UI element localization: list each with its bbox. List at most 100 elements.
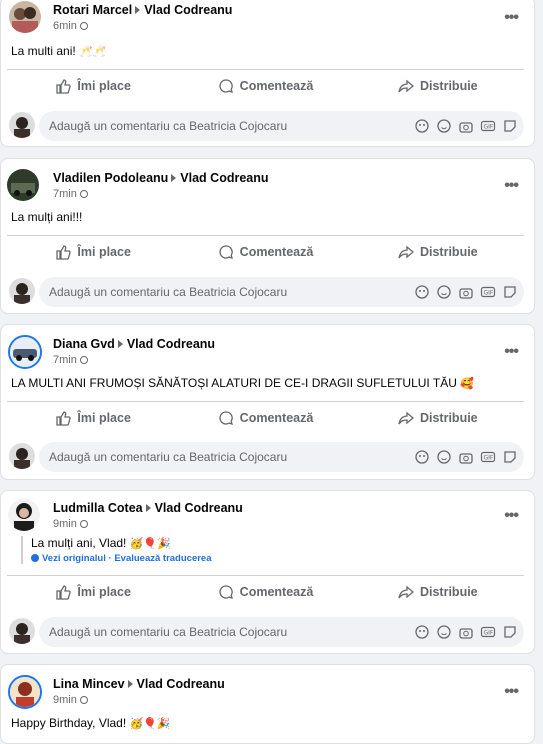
- comment-input[interactable]: Adaugă un comentariu ca Beatricia Cojoca…: [39, 111, 524, 141]
- recipient-name[interactable]: Vlad Codreanu: [155, 501, 243, 515]
- comment-input[interactable]: Adaugă un comentariu ca Beatricia Cojoca…: [39, 442, 524, 472]
- post-actions: Îmi place Comentează Distribuie: [7, 403, 524, 433]
- comment-icon: [219, 585, 233, 599]
- recipient-name[interactable]: Vlad Codreanu: [180, 171, 268, 185]
- comment-input[interactable]: Adaugă un comentariu ca Beatricia Cojoca…: [39, 277, 524, 307]
- avatar-sticker-icon[interactable]: [414, 624, 430, 640]
- svg-text:GIF: GIF: [484, 455, 494, 462]
- recipient-name[interactable]: Vlad Codreanu: [127, 337, 215, 351]
- comment-input[interactable]: Adaugă un comentariu ca Beatricia Cojoca…: [39, 617, 524, 647]
- divider: [7, 235, 524, 236]
- emoji-icon[interactable]: [436, 284, 452, 300]
- comment-button[interactable]: Comentează: [179, 237, 351, 267]
- more-icon[interactable]: •••: [504, 343, 519, 361]
- globe-icon: [79, 356, 88, 364]
- avatar-sticker-icon[interactable]: [414, 449, 430, 465]
- post-text: LA MULTI ANI FRUMOȘI SĂNĂTOȘI ALATURI DE…: [11, 376, 474, 390]
- author-name[interactable]: Lina Mincev: [53, 677, 125, 691]
- post-text: La mulți ani!!!: [11, 210, 83, 224]
- author-name[interactable]: Ludmilla Cotea: [53, 501, 143, 515]
- post-time[interactable]: 7min: [53, 354, 77, 366]
- comment-composer: Adaugă un comentariu ca Beatricia Cojoca…: [7, 617, 524, 647]
- sticker-icon[interactable]: [502, 118, 518, 134]
- camera-icon[interactable]: [458, 118, 474, 134]
- recipient-name[interactable]: Vlad Codreanu: [144, 3, 232, 17]
- emoji-icon[interactable]: [436, 118, 452, 134]
- author-avatar[interactable]: [8, 499, 40, 531]
- post-time[interactable]: 9min: [53, 518, 77, 530]
- emoji-icon[interactable]: [436, 449, 452, 465]
- arrow-right-icon: [117, 340, 123, 348]
- share-button[interactable]: Distribuie: [352, 577, 524, 607]
- globe-icon: [79, 190, 88, 198]
- gif-icon[interactable]: GIF: [480, 449, 496, 465]
- post-card: Ludmilla Cotea Vlad Codreanu 9min ••• La …: [0, 490, 535, 654]
- see-original-link[interactable]: Vezi originalul: [42, 553, 106, 564]
- author-name[interactable]: Rotari Marcel: [53, 3, 132, 17]
- post-text: La mulți ani, Vlad! 🥳🎈🎉: [31, 536, 171, 550]
- share-button[interactable]: Distribuie: [352, 403, 524, 433]
- like-icon: [56, 411, 72, 426]
- author-avatar[interactable]: [9, 1, 41, 33]
- like-icon: [56, 245, 72, 260]
- comment-button[interactable]: Comentează: [179, 577, 351, 607]
- sticker-icon[interactable]: [502, 449, 518, 465]
- camera-icon[interactable]: [458, 449, 474, 465]
- arrow-right-icon: [127, 680, 133, 688]
- post-card: Diana Gvd Vlad Codreanu 7min ••• LA MULTI…: [0, 324, 535, 480]
- gif-icon[interactable]: GIF: [480, 118, 496, 134]
- comment-button[interactable]: Comentează: [179, 71, 351, 101]
- rate-translation-link[interactable]: Evaluează traducerea: [114, 553, 211, 564]
- share-button[interactable]: Distribuie: [352, 71, 524, 101]
- avatar-sticker-icon[interactable]: [414, 118, 430, 134]
- commenter-avatar[interactable]: [9, 618, 35, 644]
- post-card: Rotari Marcel Vlad Codreanu 6min ••• La m…: [0, 0, 535, 147]
- emoji-icon[interactable]: [436, 624, 452, 640]
- author-name[interactable]: Diana Gvd: [53, 337, 115, 351]
- share-button[interactable]: Distribuie: [352, 237, 524, 267]
- svg-text:GIF: GIF: [484, 290, 494, 297]
- more-icon[interactable]: •••: [504, 177, 519, 195]
- post-time[interactable]: 9min: [53, 694, 77, 706]
- sticker-icon[interactable]: [502, 624, 518, 640]
- like-button[interactable]: Îmi place: [7, 237, 179, 267]
- post-time[interactable]: 7min: [53, 188, 77, 200]
- camera-icon[interactable]: [458, 624, 474, 640]
- more-icon[interactable]: •••: [504, 507, 519, 525]
- gif-icon[interactable]: GIF: [480, 284, 496, 300]
- comment-composer: Adaugă un comentariu ca Beatricia Cojoca…: [7, 111, 524, 141]
- author-avatar[interactable]: [8, 675, 42, 709]
- sticker-icon[interactable]: [502, 284, 518, 300]
- commenter-avatar[interactable]: [9, 112, 35, 138]
- comment-icon: [219, 411, 233, 425]
- post-actions: Îmi place Comentează Distribuie: [7, 71, 524, 101]
- globe-icon: [79, 520, 88, 528]
- post-time[interactable]: 6min: [53, 20, 77, 32]
- post-card: Vladilen Podoleanu Vlad Codreanu 7min •••…: [0, 158, 535, 314]
- like-button[interactable]: Îmi place: [7, 403, 179, 433]
- divider: [7, 69, 524, 70]
- more-icon[interactable]: •••: [504, 683, 519, 701]
- avatar-sticker-icon[interactable]: [414, 284, 430, 300]
- camera-icon[interactable]: [458, 284, 474, 300]
- globe-icon: [79, 696, 88, 704]
- commenter-avatar[interactable]: [9, 278, 35, 304]
- gif-icon[interactable]: GIF: [480, 624, 496, 640]
- share-icon: [398, 411, 414, 425]
- svg-text:GIF: GIF: [484, 124, 494, 131]
- author-avatar[interactable]: [7, 169, 39, 201]
- share-icon: [398, 79, 414, 93]
- commenter-avatar[interactable]: [9, 443, 35, 469]
- post-card: Lina Mincev Vlad Codreanu 9min ••• Happy …: [0, 664, 535, 744]
- like-button[interactable]: Îmi place: [7, 577, 179, 607]
- author-name[interactable]: Vladilen Podoleanu: [53, 171, 168, 185]
- comment-composer: Adaugă un comentariu ca Beatricia Cojoca…: [7, 442, 524, 472]
- share-icon: [398, 245, 414, 259]
- more-icon[interactable]: •••: [504, 9, 519, 27]
- author-avatar[interactable]: [8, 335, 42, 369]
- like-button[interactable]: Îmi place: [7, 71, 179, 101]
- recipient-name[interactable]: Vlad Codreanu: [137, 677, 225, 691]
- comment-button[interactable]: Comentează: [179, 403, 351, 433]
- translated-text: La mulți ani, Vlad! 🥳🎈🎉 Vezi originalul …: [21, 536, 212, 564]
- divider: [7, 401, 524, 402]
